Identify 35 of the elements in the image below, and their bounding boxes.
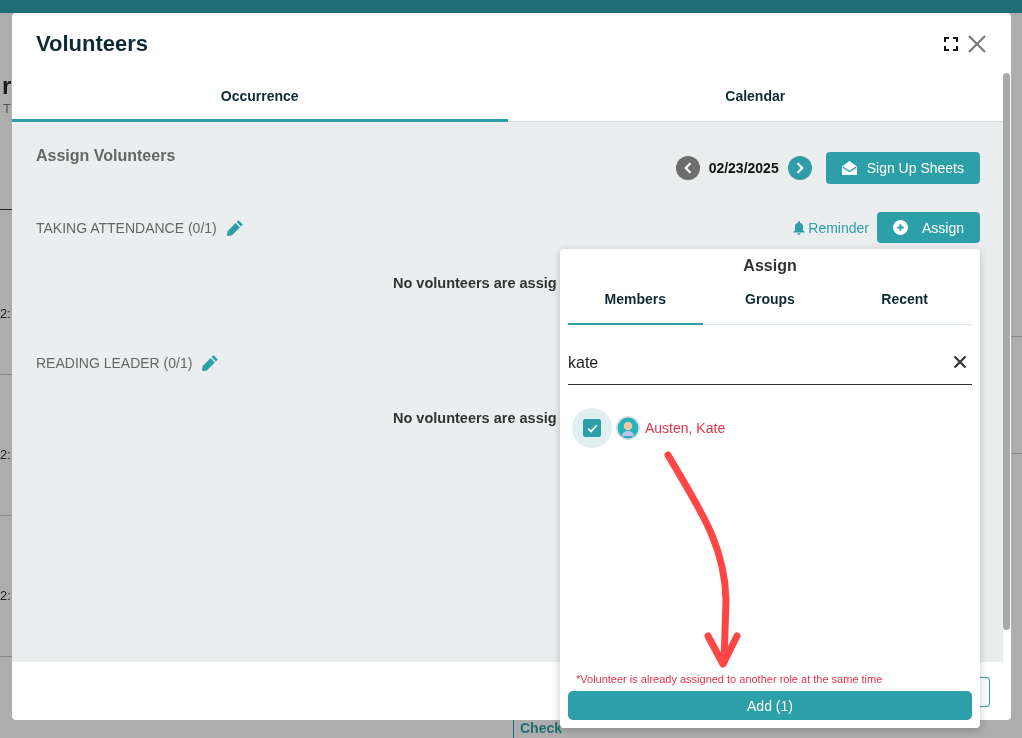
envelope-icon	[841, 161, 857, 175]
section-title: Assign Volunteers	[36, 146, 176, 166]
avatar-icon	[616, 416, 640, 440]
popup-title: Assign	[742, 257, 798, 275]
page-subheading: T	[3, 101, 11, 116]
plus-circle-icon	[892, 220, 908, 235]
tab[interactable]: Calendar	[507, 75, 1003, 122]
date-label: 02/23/2025	[708, 160, 779, 176]
page-heading: r	[2, 73, 12, 99]
next-date-button[interactable]	[787, 156, 812, 180]
tab[interactable]: Members	[568, 280, 703, 325]
chevron-right-icon	[795, 162, 804, 174]
scrollbar-thumb[interactable]	[1003, 73, 1010, 630]
member-name[interactable]: Austen, Kate	[645, 420, 726, 436]
time-label: 2:	[0, 306, 11, 321]
role-label: READING LEADER (0/1)	[36, 354, 193, 371]
close-icon[interactable]	[953, 355, 967, 369]
chevron-left-icon	[683, 162, 692, 174]
dialog-title: Volunteers	[36, 31, 149, 57]
pencil-icon[interactable]	[226, 219, 243, 236]
time-label: 2:	[0, 588, 11, 603]
expand-icon[interactable]	[944, 37, 958, 51]
role-label: TAKING ATTENDANCE (0/1)	[36, 219, 217, 236]
previous-date-button[interactable]	[675, 156, 700, 180]
tab[interactable]: Groups	[702, 280, 838, 325]
time-label: 2:	[0, 447, 11, 462]
empty-message: No volunteers are assig	[393, 274, 557, 292]
warning-message: *Volunteer is already assigned to another role at the same time	[575, 673, 884, 686]
bell-icon	[793, 220, 806, 235]
checkmark-icon	[586, 423, 598, 433]
tab[interactable]: Recent	[837, 280, 972, 325]
pencil-icon[interactable]	[202, 354, 219, 371]
empty-message: No volunteers are assig	[393, 409, 557, 427]
search-field[interactable]: kate	[568, 341, 972, 385]
checkbox[interactable]	[572, 408, 612, 448]
